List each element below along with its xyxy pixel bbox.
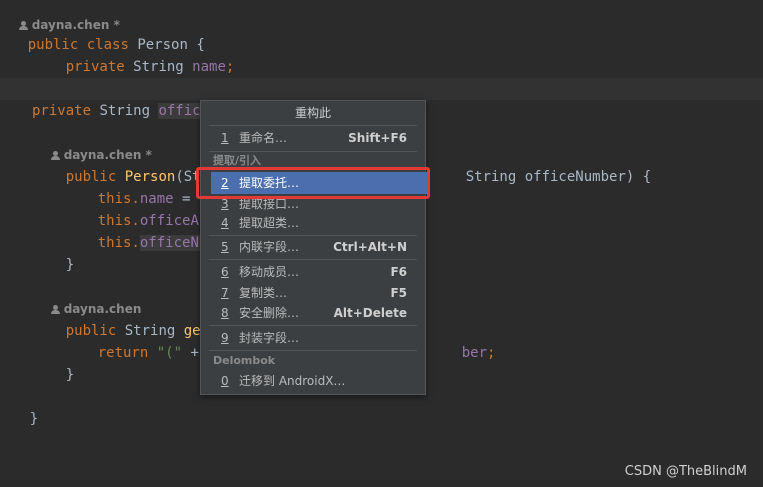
mnemonic: 0 bbox=[221, 374, 229, 388]
menu-item-copy-class[interactable]: 7 复制类… F5 bbox=[201, 282, 425, 304]
divider bbox=[209, 350, 417, 351]
shortcut: Ctrl+Alt+N bbox=[333, 240, 407, 254]
mnemonic: 5 bbox=[221, 240, 229, 254]
menu-item-label: 封装字段… bbox=[239, 331, 300, 345]
menu-item-label: 重命名… bbox=[239, 131, 288, 145]
author-annotation: dayna.chen bbox=[34, 276, 141, 316]
mnemonic: 8 bbox=[221, 306, 229, 320]
mnemonic: 1 bbox=[221, 131, 229, 145]
menu-item-inline-field[interactable]: 5 内联字段… Ctrl+Alt+N bbox=[201, 236, 425, 258]
shortcut: F6 bbox=[390, 265, 407, 279]
menu-item-label: 迁移到 AndroidX… bbox=[239, 374, 346, 388]
popup-title: 重构此 bbox=[294, 106, 331, 120]
code-line-tail: String officeNumber) { bbox=[465, 169, 652, 185]
code-line: public class Person { bbox=[27, 37, 205, 53]
divider bbox=[209, 259, 417, 260]
divider bbox=[209, 325, 417, 326]
refactor-popup-menu[interactable]: 重构此 1 重命名… Shift+F6 提取/引入 2 提取委托… 3 提取接口… bbox=[200, 100, 427, 395]
code-line: private String officeAreaCode; bbox=[32, 56, 319, 97]
highlight-box bbox=[196, 167, 430, 199]
divider bbox=[209, 125, 417, 126]
code-line: private String name; bbox=[65, 59, 235, 75]
menu-item-label: 移动成员… bbox=[239, 265, 300, 279]
shortcut: F5 bbox=[390, 286, 407, 300]
watermark: CSDN @TheBlindM bbox=[624, 464, 747, 479]
shortcut: Shift+F6 bbox=[348, 131, 407, 145]
mnemonic: 7 bbox=[221, 286, 229, 300]
mnemonic: 6 bbox=[221, 265, 229, 279]
menu-item-extract-superclass[interactable]: 4 提取超类… bbox=[201, 212, 425, 234]
author-annotation: dayna.chen * bbox=[34, 122, 152, 162]
code-line-tail: ber; bbox=[461, 345, 496, 361]
menu-item-label: 复制类… bbox=[239, 286, 288, 300]
code-line: } bbox=[65, 367, 75, 383]
menu-item-migrate-androidx[interactable]: 0 迁移到 AndroidX… bbox=[201, 370, 425, 392]
menu-item-label: 内联字段… bbox=[239, 240, 300, 254]
mnemonic: 9 bbox=[221, 331, 229, 345]
current-line: private String officeNumber; bbox=[0, 78, 763, 119]
shortcut: Alt+Delete bbox=[333, 306, 407, 320]
menu-item-move-members[interactable]: 6 移动成员… F6 bbox=[201, 261, 425, 283]
menu-item-label: 提取超类… bbox=[239, 216, 300, 230]
code-line: } bbox=[65, 257, 75, 273]
menu-item-rename[interactable]: 1 重命名… Shift+F6 bbox=[201, 127, 425, 149]
menu-item-encapsulate-fields[interactable]: 9 封装字段… bbox=[201, 327, 425, 349]
menu-item-label: 安全删除… bbox=[239, 306, 300, 320]
code-line: } bbox=[29, 411, 39, 427]
mnemonic: 4 bbox=[221, 216, 229, 230]
menu-item-safe-delete[interactable]: 8 安全删除… Alt+Delete bbox=[201, 302, 425, 324]
section-header-delombok: Delombok bbox=[213, 354, 276, 367]
